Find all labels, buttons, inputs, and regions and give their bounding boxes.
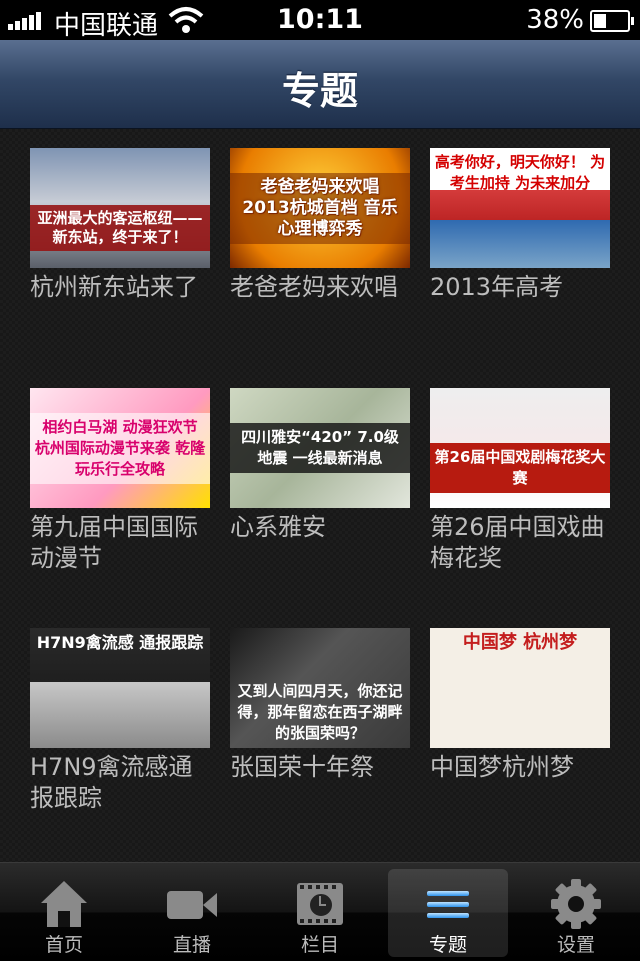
tab-label: 设置 bbox=[556, 934, 595, 956]
topic-caption[interactable]: 心系雅安 bbox=[230, 512, 410, 543]
tab-topics[interactable]: 专题 bbox=[388, 869, 508, 957]
page-title: 专题 bbox=[281, 69, 358, 113]
tab-label: 栏目 bbox=[300, 934, 339, 956]
thumbnail-text: 又到人间四月天，你还记得，那年留恋在西子湖畔的张国荣吗？ bbox=[237, 682, 403, 742]
thumbnail-text: 相约白马湖 动漫狂欢节 杭州国际动漫节来袭 乾隆玩乐行全攻略 bbox=[30, 412, 210, 484]
thumbnail-text: 高考你好，明天你好！ 为考生加持 为未来加分 bbox=[434, 153, 606, 192]
topic-thumbnail[interactable]: H7N9禽流感 通报跟踪 bbox=[30, 628, 210, 748]
navigation-bar: 专题 bbox=[0, 40, 640, 129]
topic-thumbnail[interactable]: 第26届中国戏剧梅花奖大赛 bbox=[430, 388, 610, 508]
battery-icon bbox=[590, 10, 634, 32]
tab-label: 首页 bbox=[44, 934, 83, 956]
video-camera-icon bbox=[167, 879, 217, 929]
home-icon bbox=[39, 879, 89, 929]
battery-fill bbox=[594, 14, 607, 28]
topic-grid-container[interactable]: 亚洲最大的客运枢纽——新东站，终于来了！ 杭州新东站来了 老爸老妈来欢唱 201… bbox=[0, 129, 640, 862]
tab-bar: 首页 直播 栏目 专题 设置 bbox=[0, 862, 640, 961]
topic-item-h7n9[interactable]: H7N9禽流感 通报跟踪 H7N9禽流感通报跟踪 bbox=[30, 628, 210, 868]
tab-label: 直播 bbox=[172, 934, 211, 956]
topic-thumbnail[interactable]: 老爸老妈来欢唱 2013杭城首档 音乐心理博弈秀 bbox=[230, 148, 410, 268]
thumbnail-text: H7N9禽流感 通报跟踪 bbox=[36, 633, 204, 652]
topic-thumbnail[interactable]: 四川雅安“420” 7.0级地震 一线最新消息 bbox=[230, 388, 410, 508]
topic-caption[interactable]: 中国梦杭州梦 bbox=[430, 752, 610, 783]
topic-item-china-dream[interactable]: 中国梦 杭州梦 中国梦杭州梦 bbox=[430, 628, 610, 868]
topic-item-leslie-cheung[interactable]: 又到人间四月天，你还记得，那年留恋在西子湖畔的张国荣吗？ 张国荣十年祭 bbox=[230, 628, 410, 868]
thumbnail-text: 老爸老妈来欢唱 2013杭城首档 音乐心理博弈秀 bbox=[230, 172, 410, 244]
topic-thumbnail[interactable]: 亚洲最大的客运枢纽——新东站，终于来了！ bbox=[30, 148, 210, 268]
thumbnail-text: 中国梦 杭州梦 bbox=[462, 632, 578, 653]
topic-thumbnail[interactable]: 相约白马湖 动漫狂欢节 杭州国际动漫节来袭 乾隆玩乐行全攻略 bbox=[30, 388, 210, 508]
tab-live[interactable]: 直播 bbox=[132, 869, 252, 957]
tab-programs[interactable]: 栏目 bbox=[260, 869, 380, 957]
topic-caption[interactable]: 老爸老妈来欢唱 bbox=[230, 272, 410, 303]
topic-caption[interactable]: 2013年高考 bbox=[430, 272, 610, 303]
tab-label: 专题 bbox=[428, 934, 467, 956]
topic-thumbnail[interactable]: 又到人间四月天，你还记得，那年留恋在西子湖畔的张国荣吗？ bbox=[230, 628, 410, 748]
gear-icon bbox=[551, 879, 601, 929]
film-clock-icon bbox=[295, 879, 345, 929]
topic-grid: 亚洲最大的客运枢纽——新东站，终于来了！ 杭州新东站来了 老爸老妈来欢唱 201… bbox=[30, 148, 610, 868]
topic-item-plum-blossom-award[interactable]: 第26届中国戏剧梅花奖大赛 第26届中国戏曲梅花奖 bbox=[430, 388, 610, 628]
tab-settings[interactable]: 设置 bbox=[516, 869, 636, 957]
battery-percentage: 38% bbox=[526, 5, 584, 35]
topic-item-parents-sing[interactable]: 老爸老妈来欢唱 2013杭城首档 音乐心理博弈秀 老爸老妈来欢唱 bbox=[230, 148, 410, 388]
topic-caption[interactable]: H7N9禽流感通报跟踪 bbox=[30, 752, 210, 814]
topic-caption[interactable]: 第九届中国国际动漫节 bbox=[30, 512, 210, 574]
topic-item-animation-festival[interactable]: 相约白马湖 动漫狂欢节 杭州国际动漫节来袭 乾隆玩乐行全攻略 第九届中国国际动漫… bbox=[30, 388, 210, 628]
thumbnail-text: 亚洲最大的客运枢纽——新东站，终于来了！ bbox=[30, 205, 210, 251]
tab-home[interactable]: 首页 bbox=[4, 869, 124, 957]
topic-thumbnail[interactable]: 中国梦 杭州梦 bbox=[430, 628, 610, 748]
thumbnail-text: 四川雅安“420” 7.0级地震 一线最新消息 bbox=[230, 423, 410, 473]
topic-item-hangzhou-east-station[interactable]: 亚洲最大的客运枢纽——新东站，终于来了！ 杭州新东站来了 bbox=[30, 148, 210, 388]
topic-caption[interactable]: 张国荣十年祭 bbox=[230, 752, 410, 783]
topic-item-yaan[interactable]: 四川雅安“420” 7.0级地震 一线最新消息 心系雅安 bbox=[230, 388, 410, 628]
thumbnail-text: 第26届中国戏剧梅花奖大赛 bbox=[430, 443, 610, 493]
list-icon bbox=[423, 879, 473, 929]
topic-caption[interactable]: 杭州新东站来了 bbox=[30, 272, 210, 303]
status-bar: 中国联通 10:11 38% bbox=[0, 0, 640, 41]
topic-caption[interactable]: 第26届中国戏曲梅花奖 bbox=[430, 512, 610, 574]
topic-thumbnail[interactable]: 高考你好，明天你好！ 为考生加持 为未来加分 bbox=[430, 148, 610, 268]
topic-item-gaokao-2013[interactable]: 高考你好，明天你好！ 为考生加持 为未来加分 2013年高考 bbox=[430, 148, 610, 388]
